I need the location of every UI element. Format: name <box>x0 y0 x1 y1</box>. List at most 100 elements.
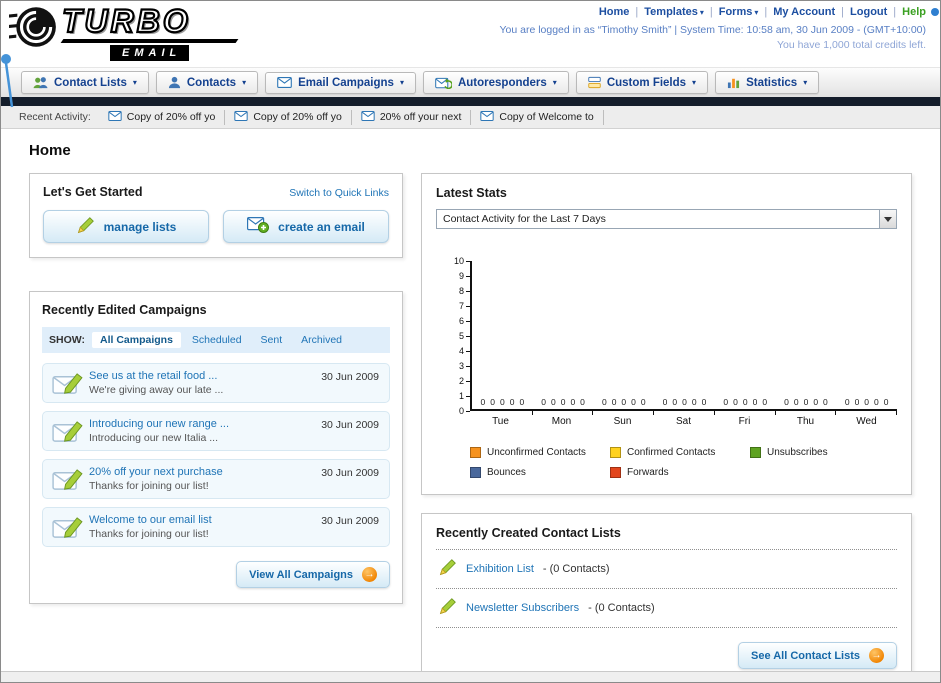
bar-group: 00000 <box>836 397 897 415</box>
legend-label: Forwards <box>627 467 669 478</box>
bar-group: 00000 <box>776 397 837 415</box>
envelope-pencil-icon <box>52 419 83 449</box>
campaign-title-link[interactable]: Welcome to our email list <box>89 514 311 526</box>
bar-value-label: 0 <box>883 397 889 407</box>
right-column: Latest Stats Contact Activity for the La… <box>421 173 912 682</box>
top-link-label: Home <box>598 6 630 18</box>
legend-label: Confirmed Contacts <box>627 447 716 458</box>
bar-value-label: 0 <box>762 397 768 407</box>
filter-all-campaigns[interactable]: All Campaigns <box>91 332 181 348</box>
arrow-right-icon: → <box>869 648 884 663</box>
bar-value-label: 0 <box>752 397 758 407</box>
create-email-button[interactable]: create an email <box>223 210 389 243</box>
bar-value-label: 0 <box>499 397 505 407</box>
contact-list-count: - (0 Contacts) <box>542 563 610 575</box>
chart-x-axis: Tue Mon Sun Sat Fri Thu Wed <box>470 416 897 427</box>
top-link-my-account[interactable]: My Account <box>773 6 835 18</box>
campaign-date: 30 Jun 2009 <box>321 467 379 479</box>
bar-value-label: 0 <box>803 397 809 407</box>
caret-down-icon: ▾ <box>699 7 704 17</box>
pencil-icon <box>438 597 457 619</box>
tab-email-campaigns[interactable]: Email Campaigns ▾ <box>265 71 416 94</box>
stats-period-dropdown[interactable]: Contact Activity for the Last 7 Days <box>436 209 897 229</box>
top-link-forms[interactable]: Forms ▾ <box>719 6 759 18</box>
bar-value-label: 0 <box>854 397 860 407</box>
contact-list-count: - (0 Contacts) <box>588 602 655 614</box>
manage-lists-button[interactable]: manage lists <box>43 210 209 243</box>
recent-activity-item[interactable]: Copy of 20% off yo <box>99 109 226 125</box>
link-separator: | <box>764 6 768 18</box>
pencil-icon <box>76 216 95 238</box>
header: TURBO EMAIL Home | Templates ▾ | Forms ▾ |… <box>1 1 940 108</box>
switch-quick-links[interactable]: Switch to Quick Links <box>289 187 389 199</box>
link-separator: | <box>893 6 897 18</box>
top-link-help[interactable]: Help <box>902 6 926 18</box>
caret-down-icon: ▾ <box>242 78 247 87</box>
recent-activity-item[interactable]: Copy of 20% off yo <box>225 109 352 125</box>
campaign-item: 20% off your next purchase Thanks for jo… <box>42 459 390 499</box>
bar-value-label: 0 <box>640 397 646 407</box>
bar-value-label: 0 <box>784 397 789 407</box>
campaign-date: 30 Jun 2009 <box>321 515 379 527</box>
bar-value-label: 0 <box>793 397 799 407</box>
top-link-logout[interactable]: Logout <box>850 6 887 18</box>
campaign-title-link[interactable]: See us at the retail food ... <box>89 370 311 382</box>
bar-group: 00000 <box>715 397 776 415</box>
legend-item: Confirmed Contacts <box>610 447 750 458</box>
top-link-label: Help <box>902 6 926 18</box>
chart-plot: 00000000000000000000000000000000000 <box>470 261 897 415</box>
filter-sent[interactable]: Sent <box>253 332 291 348</box>
pencil-icon <box>438 558 457 580</box>
footer-strip <box>1 671 940 682</box>
campaign-list: See us at the retail food ... We're givi… <box>42 363 390 547</box>
view-all-campaigns-label: View All Campaigns <box>249 568 353 581</box>
bar-value-label: 0 <box>874 397 879 407</box>
bar-value-label: 0 <box>701 397 707 407</box>
campaign-title-link[interactable]: Introducing our new range ... <box>89 418 311 430</box>
bar-value-label: 0 <box>691 397 697 407</box>
view-all-campaigns-button[interactable]: View All Campaigns → <box>236 561 390 588</box>
tab-custom-fields[interactable]: Custom Fields ▾ <box>575 71 709 94</box>
x-axis-label: Mon <box>551 416 572 427</box>
recent-activity-item[interactable]: Copy of Welcome to <box>471 109 604 125</box>
legend-swatch <box>750 447 761 458</box>
main-content: Home Let's Get Started Switch to Quick L… <box>1 129 940 682</box>
contact-list-link[interactable]: Newsletter Subscribers <box>466 602 579 614</box>
recent-contact-lists-panel: Recently Created Contact Lists Exhibitio… <box>421 513 912 682</box>
logo[interactable]: TURBO EMAIL <box>9 3 239 61</box>
bar-group: 00000 <box>533 397 594 415</box>
tab-contacts[interactable]: Contacts ▾ <box>155 71 259 94</box>
top-nav-links: Home | Templates ▾ | Forms ▾ | My Account … <box>499 6 926 18</box>
create-email-label: create an email <box>278 219 365 234</box>
campaign-subtitle: Introducing our new Italia ... <box>89 432 218 444</box>
contact-list-link[interactable]: Exhibition List <box>466 563 534 575</box>
tab-statistics[interactable]: Statistics ▾ <box>715 71 820 94</box>
bar-value-label: 0 <box>611 397 617 407</box>
recent-activity-item-label: Copy of 20% off yo <box>253 111 342 123</box>
bar-value-label: 0 <box>560 397 566 407</box>
bar-value-label: 0 <box>823 397 828 407</box>
filter-scheduled[interactable]: Scheduled <box>184 332 250 348</box>
top-link-templates[interactable]: Templates ▾ <box>644 6 704 18</box>
recent-activity-item[interactable]: 20% off your next <box>352 109 472 125</box>
show-label: SHOW: <box>49 334 85 346</box>
dark-divider-bar <box>1 97 940 106</box>
manage-lists-label: manage lists <box>103 219 177 234</box>
login-status: You are logged in as “Timothy Smith” | S… <box>499 24 926 36</box>
latest-stats-panel: Latest Stats Contact Activity for the La… <box>421 173 912 495</box>
left-column: Let's Get Started Switch to Quick Links … <box>29 173 403 604</box>
top-link-home[interactable]: Home <box>599 6 630 18</box>
see-all-contact-lists-button[interactable]: See All Contact Lists → <box>737 642 897 669</box>
campaign-title-link[interactable]: 20% off your next purchase <box>89 466 311 478</box>
contact-icon <box>168 76 181 89</box>
tab-autoresponders[interactable]: Autoresponders ▾ <box>422 71 569 94</box>
legend-item: Unconfirmed Contacts <box>470 447 610 458</box>
tab-contact-lists[interactable]: Contact Lists ▾ <box>21 71 149 94</box>
tab-label: Custom Fields <box>606 76 687 89</box>
bar-value-label: 0 <box>490 397 495 407</box>
campaign-item: Introducing our new range ... Introducin… <box>42 411 390 451</box>
link-separator: | <box>841 6 845 18</box>
filter-archived[interactable]: Archived <box>293 332 350 348</box>
logo-swirl-icon <box>9 4 59 55</box>
get-started-title: Let's Get Started <box>43 185 143 199</box>
